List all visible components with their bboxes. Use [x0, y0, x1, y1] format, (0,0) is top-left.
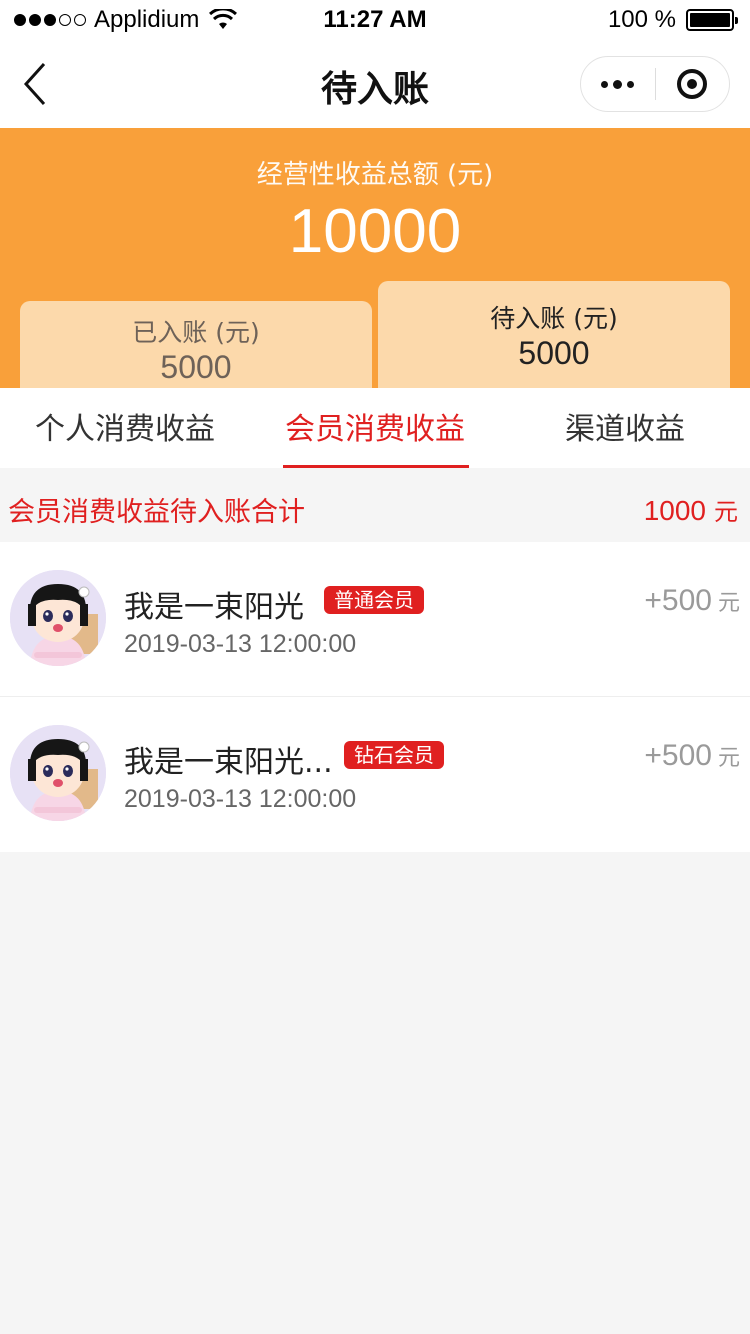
pending-total-value: 1000 元 — [644, 492, 738, 527]
list-item[interactable]: 我是一束阳光... 钻石会员 2019-03-13 12:00:00 +500 元 — [0, 697, 750, 852]
member-level-badge: 钻石会员 — [344, 741, 444, 769]
pending-card[interactable]: 待入账 (元) 5000 — [378, 281, 730, 388]
pending-total-label: 会员消费收益待入账合计 — [8, 497, 305, 528]
target-icon — [677, 69, 708, 99]
record-amount-unit: 元 — [717, 590, 740, 615]
member-name: 我是一束阳光 — [124, 590, 304, 625]
tab-member-consumption[interactable]: 会员消费收益 — [250, 388, 500, 468]
pending-label: 待入账 (元) — [490, 304, 618, 333]
girl-avatar-icon — [10, 725, 106, 821]
received-label: 已入账 (元) — [132, 318, 260, 347]
record-amount-value: +500 — [644, 584, 712, 617]
category-tabs: 个人消费收益 会员消费收益 渠道收益 — [0, 388, 750, 468]
pending-total-unit: 元 — [714, 499, 738, 526]
record-amount-value: +500 — [644, 739, 712, 772]
girl-avatar-icon — [10, 570, 106, 666]
list-item[interactable]: 我是一束阳光 普通会员 2019-03-13 12:00:00 +500 元 — [0, 542, 750, 697]
member-level-badge: 普通会员 — [324, 586, 424, 614]
received-value: 5000 — [160, 349, 232, 385]
more-button[interactable] — [581, 57, 655, 111]
record-time: 2019-03-13 12:00:00 — [124, 630, 357, 658]
record-amount: +500 元 — [644, 739, 740, 773]
avatar — [10, 570, 106, 666]
total-earnings-amount: 10000 — [288, 197, 462, 266]
received-card[interactable]: 已入账 (元) 5000 — [20, 301, 372, 388]
pending-total-bar: 会员消费收益待入账合计 1000 元 — [0, 468, 750, 542]
close-mini-program-button[interactable] — [656, 57, 730, 111]
battery-percent: 100 % — [607, 6, 676, 33]
total-earnings-label: 经营性收益总额 (元) — [256, 160, 494, 190]
member-earnings-list: 我是一束阳光 普通会员 2019-03-13 12:00:00 +500 元 我… — [0, 542, 750, 852]
more-icon — [601, 80, 609, 88]
battery-group: 100 % — [607, 6, 738, 34]
battery-icon — [686, 9, 738, 31]
earnings-summary-panel: 经营性收益总额 (元) 10000 已入账 (元) 5000 待入账 (元) 5… — [0, 128, 750, 388]
pending-total-number: 1000 — [643, 495, 706, 526]
nav-bar: 待入账 — [0, 40, 750, 128]
mini-program-capsule — [580, 56, 730, 112]
avatar — [10, 725, 106, 821]
member-name: 我是一束阳光... — [124, 745, 333, 780]
status-bar: Applidium 11:27 AM 100 % — [0, 0, 750, 40]
record-amount-unit: 元 — [717, 745, 740, 770]
tab-personal-consumption[interactable]: 个人消费收益 — [0, 388, 250, 468]
record-amount: +500 元 — [644, 584, 740, 618]
pending-value: 5000 — [518, 335, 590, 371]
tab-channel[interactable]: 渠道收益 — [500, 388, 750, 468]
record-time: 2019-03-13 12:00:00 — [124, 785, 357, 813]
